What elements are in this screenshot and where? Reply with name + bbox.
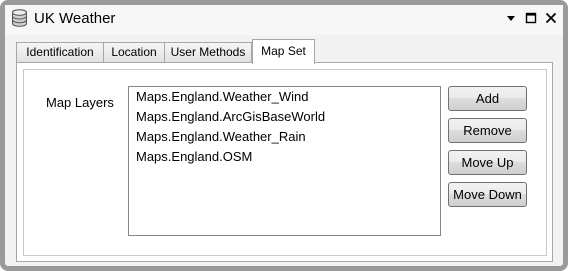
tab-location[interactable]: Location	[103, 42, 165, 62]
menu-dropdown-icon[interactable]	[504, 11, 518, 25]
title-bar[interactable]: UK Weather	[5, 5, 563, 35]
map-layers-list[interactable]: Maps.England.Weather_Wind Maps.England.A…	[128, 86, 441, 236]
list-item[interactable]: Maps.England.OSM	[136, 149, 252, 164]
map-layers-label: Map Layers	[46, 95, 114, 110]
list-item[interactable]: Maps.England.Weather_Wind	[136, 89, 308, 104]
close-icon[interactable]	[544, 11, 558, 25]
map-layers-group: Map Layers Maps.England.Weather_Wind Map…	[23, 69, 547, 256]
move-up-button[interactable]: Move Up	[448, 150, 527, 175]
window-title: UK Weather	[34, 10, 116, 27]
list-item[interactable]: Maps.England.ArcGisBaseWorld	[136, 109, 325, 124]
window: UK Weather Identification Location User …	[0, 0, 568, 271]
map-set-panel: Map Layers Maps.England.Weather_Wind Map…	[16, 62, 553, 262]
add-button[interactable]: Add	[448, 86, 527, 111]
tab-user-methods[interactable]: User Methods	[164, 42, 252, 62]
tab-identification[interactable]: Identification	[16, 42, 104, 62]
database-icon	[11, 9, 28, 27]
maximize-icon[interactable]	[524, 11, 538, 25]
tab-map-set[interactable]: Map Set	[252, 39, 315, 64]
move-down-button[interactable]: Move Down	[448, 182, 527, 207]
remove-button[interactable]: Remove	[448, 118, 527, 143]
list-item[interactable]: Maps.England.Weather_Rain	[136, 129, 306, 144]
